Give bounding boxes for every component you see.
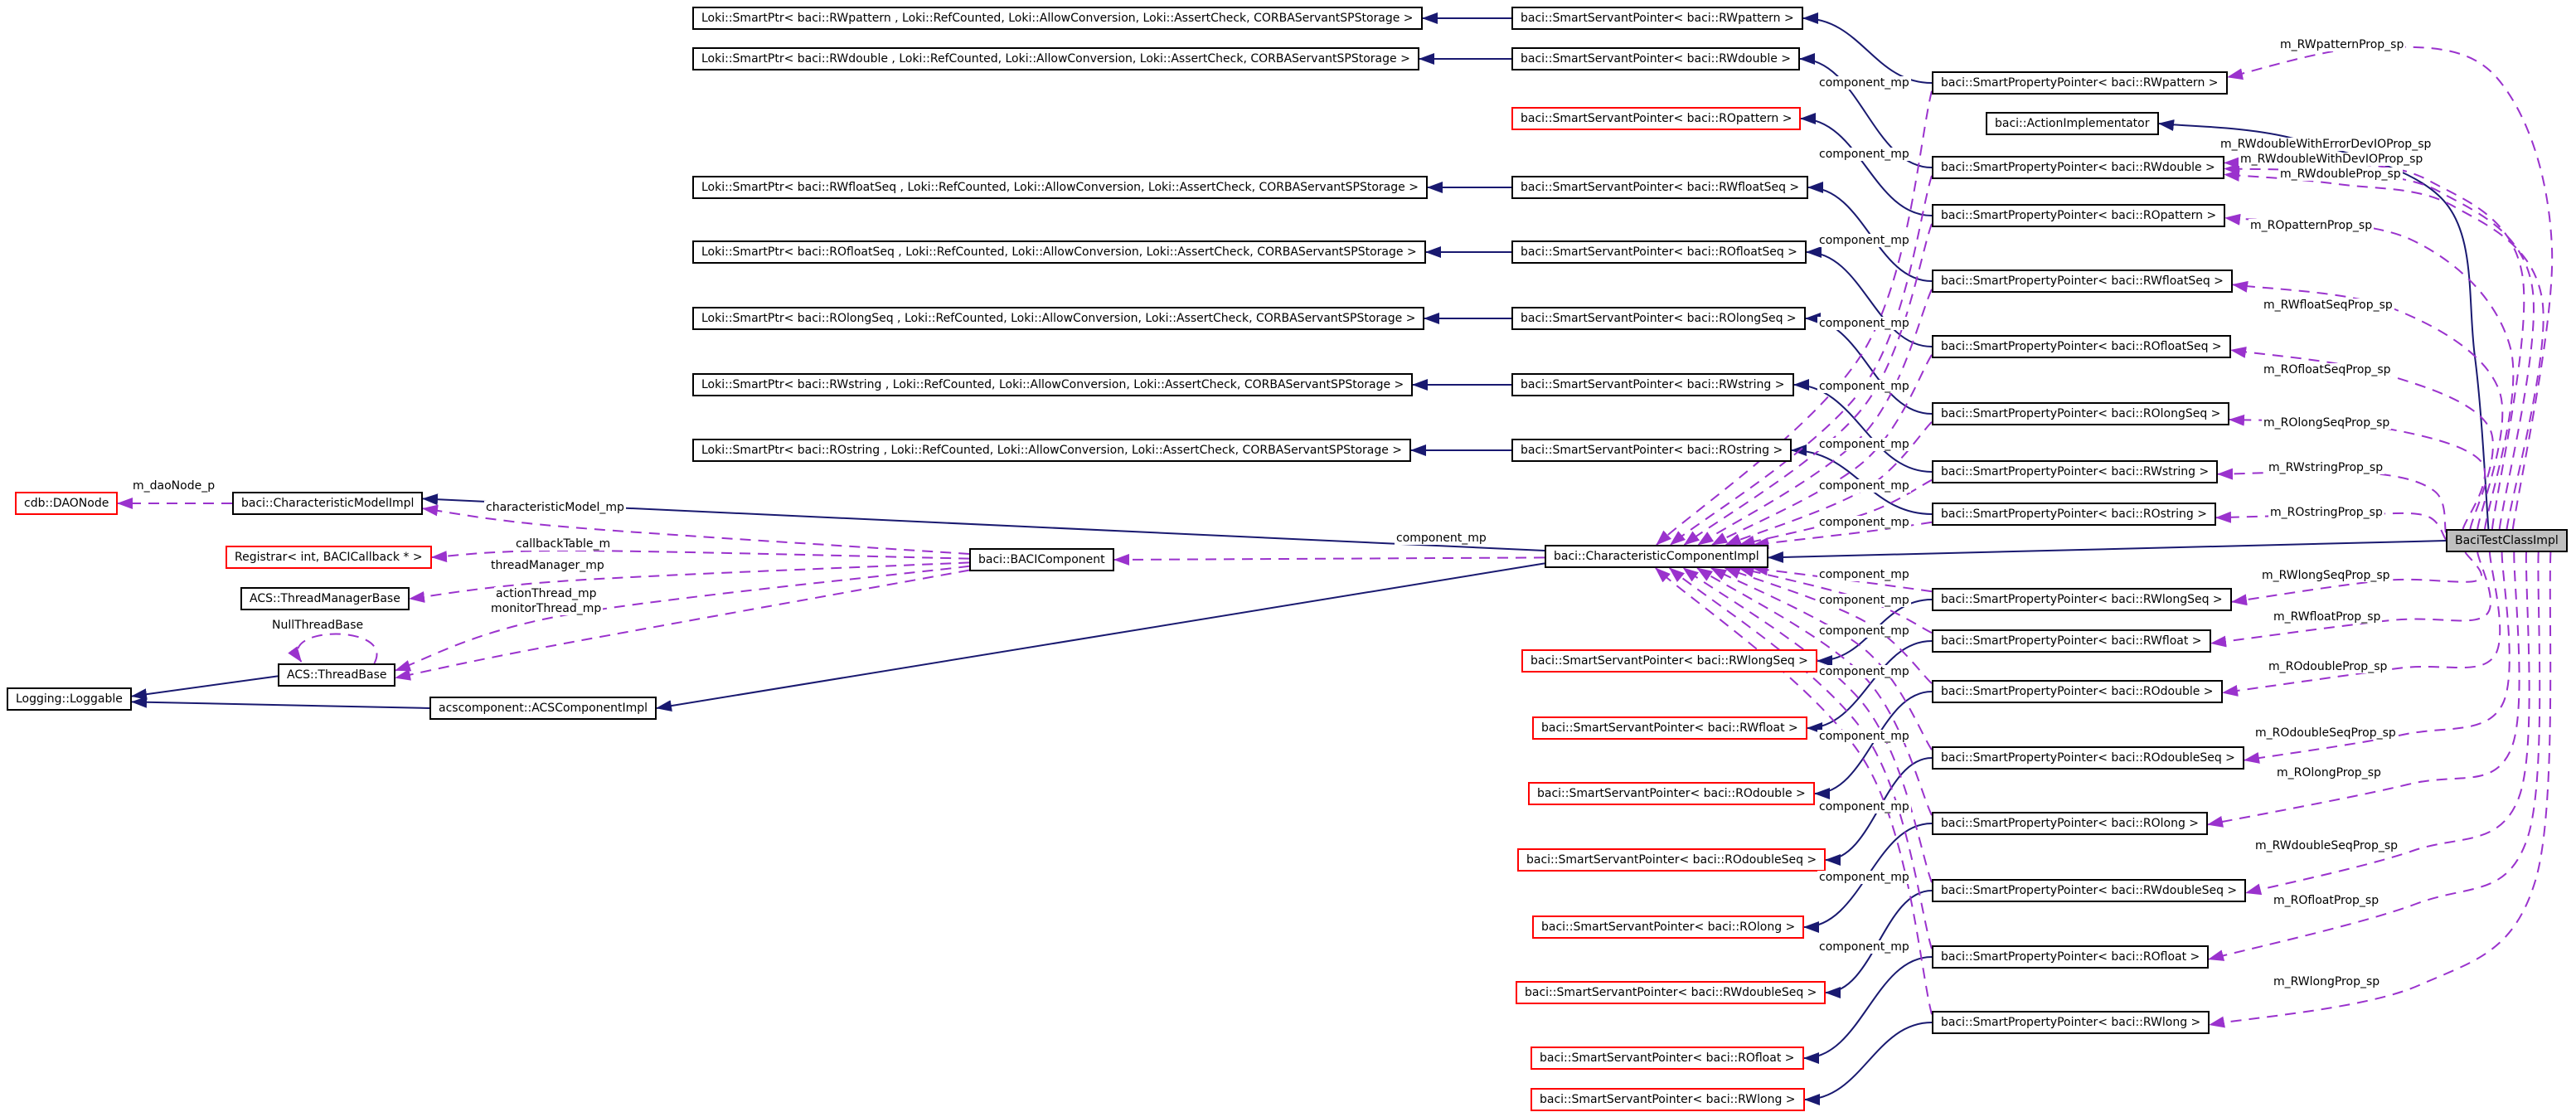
edge-label-m-rwpatternprop-sp: m_RWpatternProp_sp [2278,38,2405,51]
class-node-loki-smartptr-rwdouble[interactable]: Loki::SmartPtr< baci::RWdouble , Loki::R… [692,47,1419,70]
edge-label-m-daonode-p: m_daoNode_p [131,479,216,493]
edge-label-component-mp: component_mp [1817,234,1911,247]
class-node-smartservantpointer-rolong[interactable]: baci::SmartServantPointer< baci::ROlong … [1532,915,1804,939]
edge-label-m-rodoubleseqprop-sp: m_ROdoubleSeqProp_sp [2253,726,2398,740]
class-node-smartservantpointer-rofloat[interactable]: baci::SmartServantPointer< baci::ROfloat… [1531,1047,1804,1070]
edge-label-m-rostringprop-sp: m_ROstringProp_sp [2268,506,2384,519]
edge-label-component-mp: component_mp [1817,380,1911,393]
edge-label-component-mp: component_mp [1817,148,1911,161]
class-node-loki-smartptr-rwstring[interactable]: Loki::SmartPtr< baci::RWstring , Loki::R… [692,373,1413,396]
class-node-smartservantpointer-rwpattern[interactable]: baci::SmartServantPointer< baci::RWpatte… [1511,7,1803,30]
class-node-acs-threadbase[interactable]: ACS::ThreadBase [278,663,395,687]
edge-label-component-mp: component_mp [1817,940,1911,954]
class-node-smartpropertypointer-rwdoubleseq[interactable]: baci::SmartPropertyPointer< baci::RWdoub… [1932,879,2246,902]
edge-label-monitorthread-mp: monitorThread_mp [489,602,603,615]
class-node-smartpropertypointer-rwdouble[interactable]: baci::SmartPropertyPointer< baci::RWdoub… [1932,156,2224,179]
class-node-smartservantpointer-rwfloatseq[interactable]: baci::SmartServantPointer< baci::RWfloat… [1511,176,1808,199]
edge-label-nullthreadbase: NullThreadBase [270,619,365,632]
class-node-smartpropertypointer-rwpattern[interactable]: baci::SmartPropertyPointer< baci::RWpatt… [1932,71,2228,95]
class-node-smartpropertypointer-rwfloatseq[interactable]: baci::SmartPropertyPointer< baci::RWfloa… [1932,270,2233,293]
edge-label-component-mp: component_mp [1817,516,1911,529]
class-node-smartpropertypointer-rodoubleseq[interactable]: baci::SmartPropertyPointer< baci::ROdoub… [1932,746,2244,770]
collaboration-diagram: Loki::SmartPtr< baci::RWpattern , Loki::… [0,0,2576,1117]
edge-label-component-mp: component_mp [1817,568,1911,581]
edge-label-callbacktable-m: callbackTable_m [514,537,612,551]
class-node-smartpropertypointer-rostring[interactable]: baci::SmartPropertyPointer< baci::ROstri… [1932,503,2216,526]
class-node-loki-smartptr-rolongseq[interactable]: Loki::SmartPtr< baci::ROlongSeq , Loki::… [692,307,1424,330]
class-node-smartservantpointer-rwlongseq[interactable]: baci::SmartServantPointer< baci::RWlongS… [1521,649,1817,673]
class-node-smartpropertypointer-rodouble[interactable]: baci::SmartPropertyPointer< baci::ROdoub… [1932,680,2223,703]
edge-label-actionthread-mp: actionThread_mp [494,587,599,600]
class-node-smartservantpointer-rwstring[interactable]: baci::SmartServantPointer< baci::RWstrin… [1511,373,1794,396]
class-node-loki-smartptr-rofloatseq[interactable]: Loki::SmartPtr< baci::ROfloatSeq , Loki:… [692,240,1426,264]
edge-label-m-rwdoublewitherrordevioprop-sp: m_RWdoubleWithErrorDevIOProp_sp [2219,138,2433,151]
edge-label-component-mp: component_mp [1817,730,1911,743]
edge-label-m-rwdoubleprop-sp: m_RWdoubleProp_sp [2278,168,2403,181]
edge-label-component-mp: component_mp [1817,479,1911,493]
edge-label-m-rwlongseqprop-sp: m_RWlongSeqProp_sp [2260,569,2392,582]
class-node-loki-smartptr-rwfloatseq[interactable]: Loki::SmartPtr< baci::RWfloatSeq , Loki:… [692,176,1428,199]
class-node-smartservantpointer-ropattern[interactable]: baci::SmartServantPointer< baci::ROpatte… [1511,107,1801,130]
class-node-smartpropertypointer-rwfloat[interactable]: baci::SmartPropertyPointer< baci::RWfloa… [1932,629,2211,653]
class-node-bacicomponent[interactable]: baci::BACIComponent [969,548,1114,571]
class-node-smartservantpointer-rodoubleseq[interactable]: baci::SmartServantPointer< baci::ROdoubl… [1517,848,1826,872]
class-node-smartservantpointer-rolongseq[interactable]: baci::SmartServantPointer< baci::ROlongS… [1511,307,1806,330]
class-node-smartservantpointer-rostring[interactable]: baci::SmartServantPointer< baci::ROstrin… [1511,439,1792,462]
class-node-smartservantpointer-rwlong[interactable]: baci::SmartServantPointer< baci::RWlong … [1531,1088,1805,1111]
edge-label-m-rofloatprop-sp: m_ROfloatProp_sp [2272,894,2380,907]
edge-label-m-rodoubleprop-sp: m_ROdoubleProp_sp [2267,660,2389,673]
class-node-smartpropertypointer-rolongseq[interactable]: baci::SmartPropertyPointer< baci::ROlong… [1932,402,2229,425]
edge-label-m-rwlongprop-sp: m_RWlongProp_sp [2272,975,2381,988]
class-node-acs-threadmanagerbase[interactable]: ACS::ThreadManagerBase [240,587,410,610]
class-node-smartpropertypointer-rwlong[interactable]: baci::SmartPropertyPointer< baci::RWlong… [1932,1011,2210,1034]
class-node-actionimplementator[interactable]: baci::ActionImplementator [1986,112,2159,135]
edge-label-m-rwfloatseqprop-sp: m_RWfloatSeqProp_sp [2262,299,2394,312]
class-node-acscomponentimpl[interactable]: acscomponent::ACSComponentImpl [429,697,657,720]
edge-label-component-mp: component_mp [1817,800,1911,813]
class-node-smartservantpointer-rwfloat[interactable]: baci::SmartServantPointer< baci::RWfloat… [1532,716,1807,740]
class-node-bacitestclassimpl[interactable]: BaciTestClassImpl [2446,529,2568,552]
class-node-smartpropertypointer-rofloat[interactable]: baci::SmartPropertyPointer< baci::ROfloa… [1932,945,2209,969]
edge-label-m-rolongprop-sp: m_ROlongProp_sp [2275,766,2383,779]
edge-label-m-rolongseqprop-sp: m_ROlongSeqProp_sp [2262,416,2391,430]
class-node-smartpropertypointer-rofloatseq[interactable]: baci::SmartPropertyPointer< baci::ROfloa… [1932,335,2231,358]
edge-label-component-mp: component_mp [1817,624,1911,638]
class-node-smartservantpointer-rwdoubleseq[interactable]: baci::SmartServantPointer< baci::RWdoubl… [1516,981,1826,1004]
class-node-loki-smartptr-rwpattern[interactable]: Loki::SmartPtr< baci::RWpattern , Loki::… [692,7,1423,30]
class-node-cdb-daonode[interactable]: cdb::DAONode [15,492,118,515]
edge-label-component-mp: component_mp [1817,594,1911,607]
edge-label-component-mp: component_mp [1817,665,1911,678]
edge-label-threadmanager-mp: threadManager_mp [489,559,606,572]
edge-label-m-rwdoublewithdevioprop-sp: m_RWdoubleWithDevIOProp_sp [2239,153,2424,166]
class-node-smartservantpointer-rwdouble[interactable]: baci::SmartServantPointer< baci::RWdoubl… [1511,47,1800,70]
edge-label-m-rwstringprop-sp: m_RWstringProp_sp [2267,461,2384,474]
edge-label-component-mp: component_mp [1817,871,1911,884]
edge-label-component-mp: component_mp [1817,76,1911,90]
class-node-characteristicmodelimpl[interactable]: baci::CharacteristicModelImpl [232,492,423,515]
class-node-loki-smartptr-rostring[interactable]: Loki::SmartPtr< baci::ROstring , Loki::R… [692,439,1411,462]
edge-label-characteristicmodel-mp: characteristicModel_mp [484,501,626,514]
class-node-logging-loggable[interactable]: Logging::Loggable [7,687,132,711]
class-node-smartservantpointer-rodouble[interactable]: baci::SmartServantPointer< baci::ROdoubl… [1528,782,1815,805]
class-node-smartpropertypointer-ropattern[interactable]: baci::SmartPropertyPointer< baci::ROpatt… [1932,204,2225,227]
edge-label-m-ropatternprop-sp: m_ROpatternProp_sp [2249,219,2374,232]
class-node-smartpropertypointer-rwstring[interactable]: baci::SmartPropertyPointer< baci::RWstri… [1932,460,2218,483]
class-node-smartpropertypointer-rolong[interactable]: baci::SmartPropertyPointer< baci::ROlong… [1932,812,2208,835]
class-node-smartpropertypointer-rwlongseq[interactable]: baci::SmartPropertyPointer< baci::RWlong… [1932,588,2232,611]
class-node-smartservantpointer-rofloatseq[interactable]: baci::SmartServantPointer< baci::ROfloat… [1511,240,1807,264]
edge-label-m-rwdoubleseqprop-sp: m_RWdoubleSeqProp_sp [2253,839,2399,852]
edge-label-component-mp: component_mp [1817,438,1911,451]
edge-label-component-mp: component_mp [1395,532,1488,545]
class-node-characteristiccomponentimpl[interactable]: baci::CharacteristicComponentImpl [1545,545,1768,568]
edge-label-m-rofloatseqprop-sp: m_ROfloatSeqProp_sp [2262,363,2393,376]
edge-label-m-rwfloatprop-sp: m_RWfloatProp_sp [2272,610,2382,624]
class-node-registrar-bacicallback[interactable]: Registrar< int, BACICallback * > [226,546,432,569]
edge-label-component-mp: component_mp [1817,317,1911,330]
